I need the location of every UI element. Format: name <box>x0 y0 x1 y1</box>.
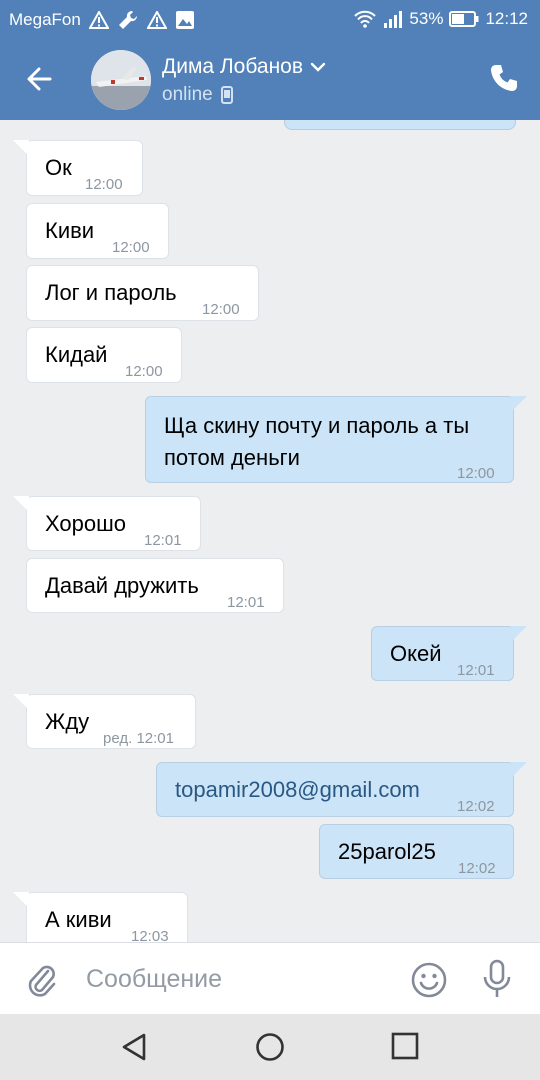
message-bubble-incoming[interactable]: Кидай 12:00 <box>26 327 182 383</box>
battery-icon <box>449 11 479 27</box>
image-icon <box>175 11 194 29</box>
paperclip-icon[interactable] <box>24 961 58 999</box>
smiley-icon[interactable] <box>410 961 448 999</box>
message-time: 12:00 <box>202 301 240 318</box>
bubble-tail <box>13 140 29 156</box>
message-bubble-incoming[interactable]: Лог и пароль 12:00 <box>26 265 259 321</box>
carrier-label: MegaFon <box>9 10 81 29</box>
message-composer: Сообщение <box>0 942 540 1015</box>
signal-icon <box>384 11 403 28</box>
nav-home-icon[interactable] <box>255 1032 285 1062</box>
message-time: 12:01 <box>227 594 265 611</box>
message-text: Жду <box>45 709 90 734</box>
message-bubble-incoming[interactable]: Киви 12:00 <box>26 203 169 259</box>
message-time: ред. 12:01 <box>103 730 174 747</box>
phone-icon[interactable] <box>488 62 520 94</box>
message-text: Киви <box>45 218 95 243</box>
message-text: 25parol25 <box>338 839 436 864</box>
previous-message-bubble <box>284 120 516 130</box>
message-bubble-incoming[interactable]: Жду ред. 12:01 <box>13 694 196 749</box>
message-list[interactable]: Ок 12:00 Киви 12:00 Лог и пароль 12:00 К… <box>0 120 540 942</box>
message-time: 12:00 <box>125 363 163 380</box>
message-time: 12:01 <box>144 532 182 549</box>
presence-row: online <box>162 84 233 106</box>
bubble-tail <box>511 626 527 642</box>
wifi-icon <box>354 10 377 28</box>
battery-percent: 53% <box>409 9 444 28</box>
warning-icon <box>88 11 109 29</box>
presence-status: online <box>162 84 213 105</box>
message-time: 12:00 <box>85 176 123 193</box>
message-bubble-outgoing[interactable]: topamir2008@gmail.com 12:02 <box>156 762 527 817</box>
system-navigation-bar <box>0 1014 540 1080</box>
mobile-phone-icon <box>220 86 233 104</box>
wrench-icon <box>118 10 137 29</box>
message-bubble-incoming[interactable]: А киви 12:03 <box>13 892 188 942</box>
message-text: topamir2008@gmail.com <box>175 777 420 802</box>
chevron-down-icon <box>310 62 326 72</box>
arrow-left-icon[interactable] <box>20 58 62 100</box>
message-text: Кидай <box>45 342 108 367</box>
message-bubble-outgoing[interactable]: 25parol25 12:02 <box>319 824 514 879</box>
clock: 12:12 <box>485 9 528 28</box>
status-bar: MegaFon 53% 12:12 <box>0 0 540 38</box>
microphone-icon[interactable] <box>481 959 513 999</box>
message-time: 12:02 <box>458 860 496 877</box>
bubble-tail <box>511 762 527 778</box>
message-text: Ок <box>45 155 72 180</box>
message-time: 12:01 <box>457 662 495 679</box>
bubble-tail <box>13 892 29 908</box>
message-text: Окей <box>390 641 442 666</box>
message-text: Лог и пароль <box>45 280 177 305</box>
message-time: 12:00 <box>112 239 150 256</box>
message-bubble-incoming[interactable]: Хорошо 12:01 <box>13 496 201 551</box>
message-bubble-outgoing[interactable]: Ща скину почту и пароль а ты потом деньг… <box>145 396 527 483</box>
chat-header: Дима Лобанов online <box>0 38 540 120</box>
message-text: Хорошо <box>45 511 127 536</box>
contact-name: Дима Лобанов <box>162 55 304 78</box>
avatar-image <box>91 50 151 110</box>
contact-name-row[interactable]: Дима Лобанов <box>162 55 327 79</box>
message-bubble-incoming[interactable]: Давай дружить 12:01 <box>26 558 284 613</box>
message-text: Давай дружить <box>45 573 199 598</box>
message-time: 12:00 <box>457 465 495 482</box>
warning-icon <box>146 11 167 29</box>
message-text: А киви <box>45 907 112 932</box>
bubble-tail <box>13 694 29 710</box>
nav-back-icon[interactable] <box>120 1032 150 1062</box>
message-time: 12:02 <box>457 798 495 815</box>
avatar[interactable] <box>91 50 151 110</box>
message-input[interactable]: Сообщение <box>86 965 222 994</box>
bubble-tail <box>13 496 29 512</box>
nav-recents-icon[interactable] <box>391 1032 419 1060</box>
message-bubble-outgoing[interactable]: Окей 12:01 <box>371 626 527 681</box>
message-time: 12:03 <box>131 928 169 942</box>
bubble-tail <box>511 396 527 412</box>
message-bubble-incoming[interactable]: Ок 12:00 <box>13 140 143 196</box>
message-text: Ща скину почту и пароль а ты потом деньг… <box>164 413 470 470</box>
